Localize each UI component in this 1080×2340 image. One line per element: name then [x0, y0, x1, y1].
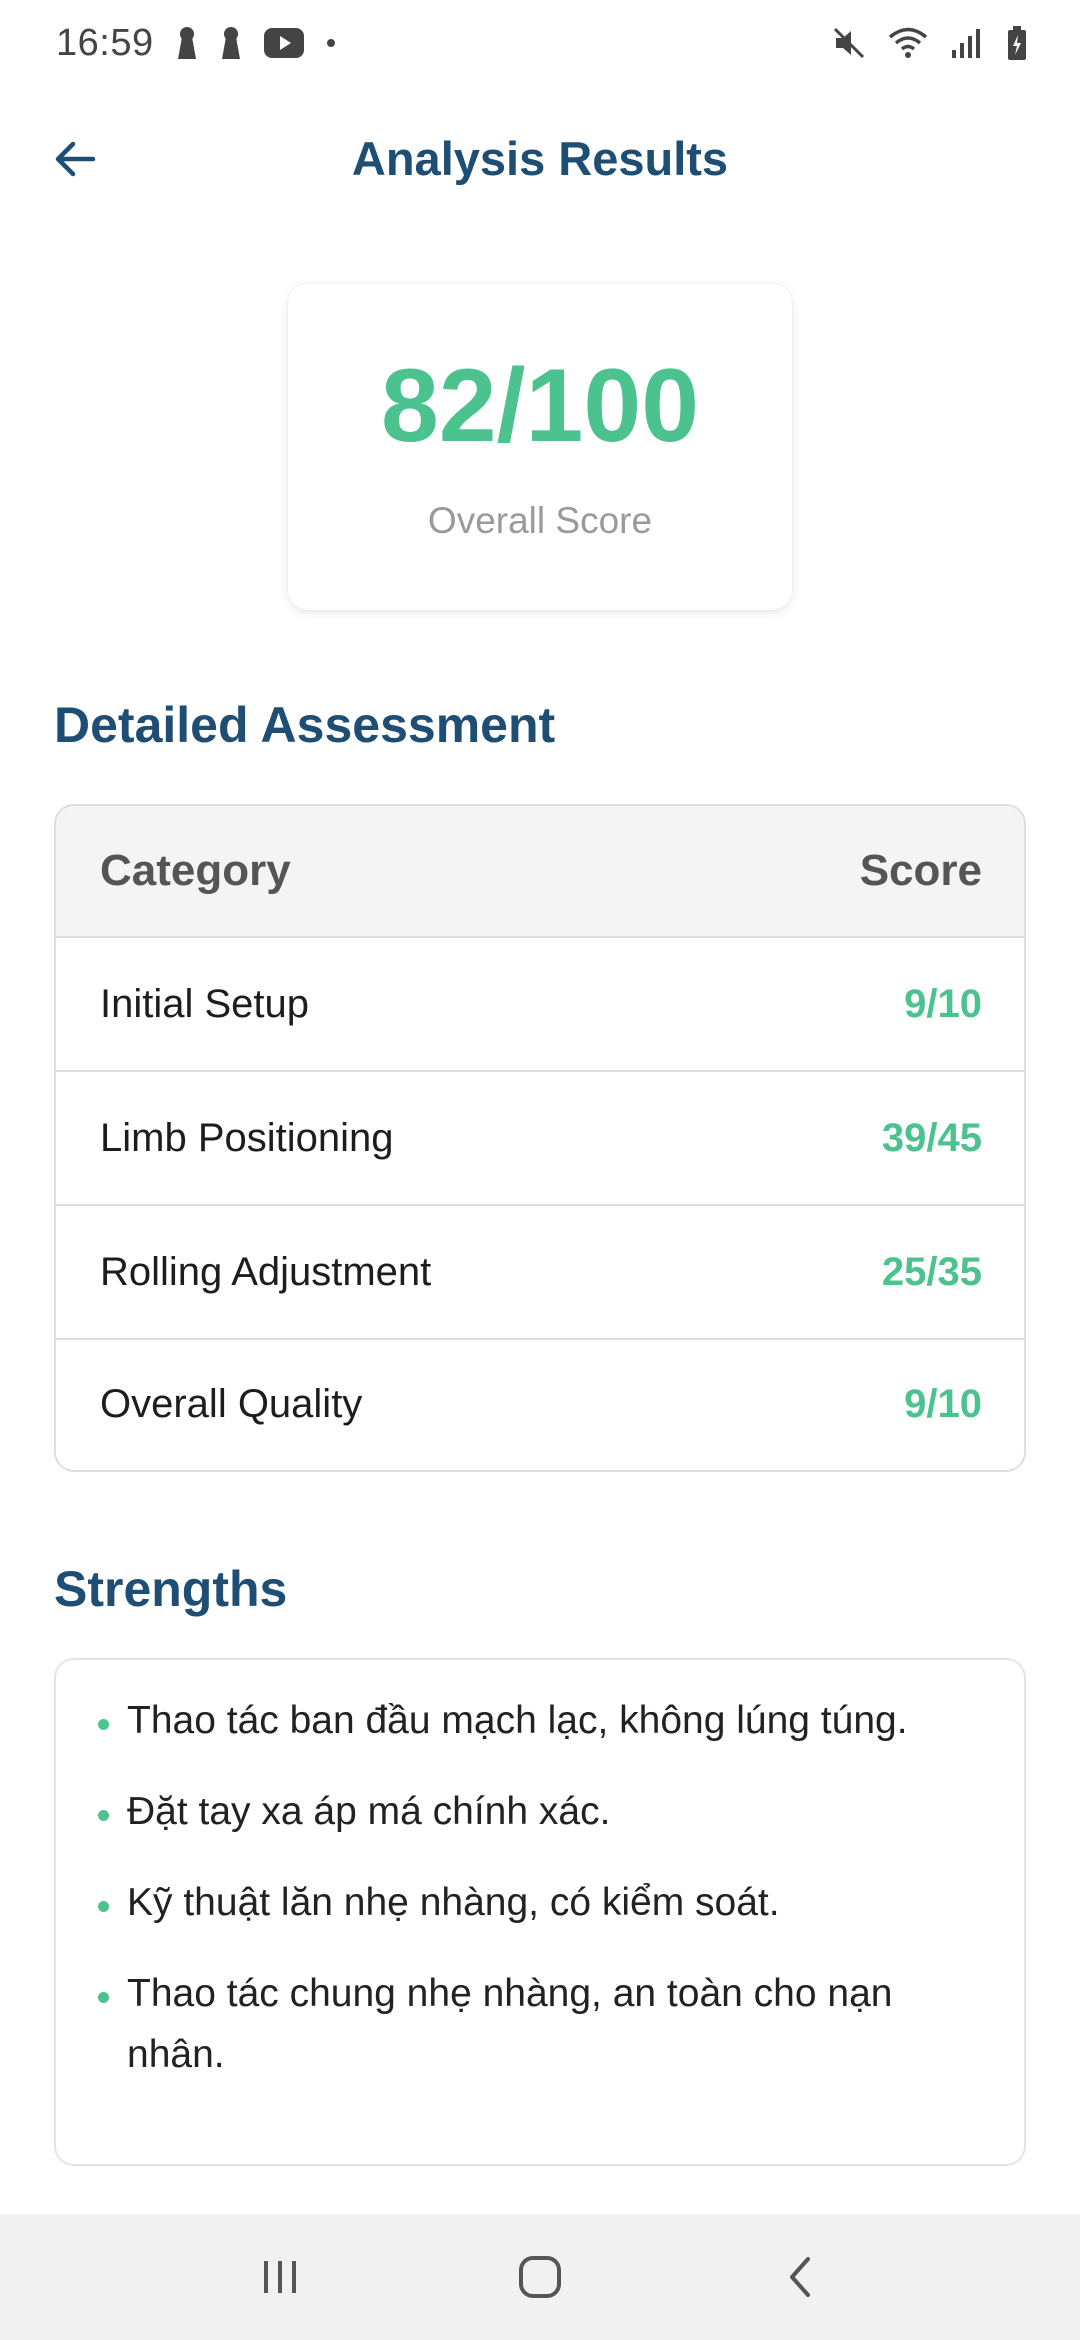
list-item: Đặt tay xa áp má chính xác. [98, 1781, 984, 1842]
assessment-table: Category Score Initial Setup 9/10 Limb P… [54, 804, 1026, 1472]
bullet-icon [98, 1901, 109, 1912]
strength-text: Thao tác ban đầu mạch lạc, không lúng tú… [127, 1699, 908, 1742]
arrow-left-icon [55, 141, 96, 177]
strengths-heading: Strengths [54, 1561, 288, 1617]
row-score: 39/45 [881, 1115, 982, 1160]
home-icon [519, 2256, 561, 2298]
table-row: Initial Setup 9/10 [56, 938, 1024, 1072]
column-header-category: Category [100, 846, 291, 895]
recents-button[interactable] [230, 2237, 330, 2317]
youtube-icon [263, 28, 304, 58]
status-left: 16:59 [56, 22, 336, 65]
overall-score-label: Overall Score [427, 500, 653, 541]
column-header-score: Score [859, 846, 982, 895]
status-bar: 16:59 [0, 0, 1080, 86]
home-button[interactable] [490, 2237, 590, 2317]
row-score: 9/10 [904, 981, 982, 1026]
keyhole-icon [220, 25, 242, 61]
row-category: Rolling Adjustment [100, 1249, 432, 1294]
dot-icon [326, 38, 336, 48]
row-category: Limb Positioning [100, 1115, 394, 1160]
detailed-assessment-heading: Detailed Assessment [54, 697, 556, 753]
table-header: Category Score [56, 806, 1024, 938]
list-item: Thao tác ban đầu mạch lạc, không lúng tú… [98, 1690, 984, 1751]
page-title: Analysis Results [351, 131, 729, 185]
list-item: Kỹ thuật lăn nhẹ nhàng, có kiểm soát. [98, 1872, 984, 1933]
bullet-icon [98, 1719, 109, 1730]
keyhole-icon [176, 25, 198, 61]
status-right [832, 25, 1028, 61]
wifi-icon [888, 26, 928, 60]
screen: 16:59 Analysis Results 82/100 Overall Sc… [0, 0, 1080, 2340]
row-score: 9/10 [904, 1381, 982, 1426]
strength-text: Kỹ thuật lăn nhẹ nhàng, có kiểm soát. [127, 1881, 780, 1924]
bullet-icon [98, 1992, 109, 2003]
row-score: 25/35 [881, 1249, 982, 1294]
recents-icon [264, 2261, 296, 2293]
row-category: Overall Quality [100, 1381, 363, 1426]
signal-icon [950, 26, 984, 60]
back-icon [790, 2257, 810, 2297]
mute-icon [832, 26, 866, 60]
overall-score-card: 82/100 Overall Score [288, 284, 792, 610]
app-bar: Analysis Results [0, 100, 1080, 216]
row-category: Initial Setup [100, 981, 310, 1026]
system-nav-bar [0, 2214, 1080, 2340]
table-row: Overall Quality 9/10 [56, 1340, 1024, 1468]
strength-text: Thao tác chung nhẹ nhàng, an toàn cho nạ… [127, 1972, 893, 2076]
table-row: Limb Positioning 39/45 [56, 1072, 1024, 1206]
bullet-icon [98, 1810, 109, 1821]
strengths-card: Thao tác ban đầu mạch lạc, không lúng tú… [54, 1658, 1026, 2166]
strength-text: Đặt tay xa áp má chính xác. [127, 1790, 611, 1833]
battery-icon [1006, 25, 1028, 61]
status-time: 16:59 [56, 21, 154, 64]
list-item: Thao tác chung nhẹ nhàng, an toàn cho nạ… [98, 1963, 984, 2085]
back-button[interactable] [40, 124, 110, 194]
nav-back-button[interactable] [750, 2237, 850, 2317]
table-row: Rolling Adjustment 25/35 [56, 1206, 1024, 1340]
overall-score-value: 82/100 [380, 348, 700, 464]
